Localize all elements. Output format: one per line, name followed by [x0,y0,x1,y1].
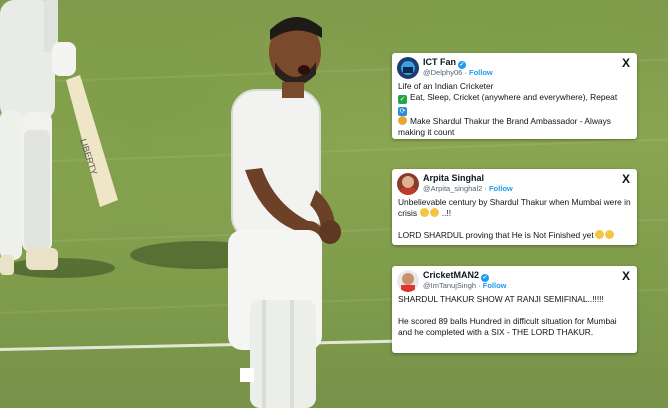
user-avatar[interactable] [397,57,419,79]
handle-row: @Delphy06 · Follow [423,68,493,77]
follow-button[interactable]: Follow [489,184,513,193]
tweet-line: SHARDUL THAKUR SHOW AT RANJI SEMIFINAL..… [398,294,604,304]
tweet-card-arpita-singhal[interactable]: Arpita Singhal @Arpita_singhal2 · Follow… [392,169,637,245]
celebrating-player-figure [228,16,341,408]
follow-button[interactable]: Follow [469,68,493,77]
tweet-text: Unbelievable century by Shardul Thakur w… [392,197,637,241]
tweet-line: Make Shardul Thakur the Brand Ambassador… [398,116,611,137]
tweet-line: LORD SHARDUL proving that He is Not Fini… [398,230,631,241]
user-avatar[interactable] [397,173,419,195]
x-logo-icon[interactable]: X [622,56,630,70]
face-emoji [420,208,430,217]
tweet-text: Life of an Indian Cricketer ✓ Eat, Sleep,… [392,81,637,138]
user-handle[interactable]: @ImTanujSingh [423,281,476,290]
check-mark-emoji: ✓ [398,95,407,104]
display-name[interactable]: Arpita Singhal [423,173,484,184]
tweet-header: CricketMAN2 ✓ @ImTanujSingh · Follow X [392,266,637,294]
face-emoji [430,208,440,217]
user-avatar[interactable] [397,270,419,292]
user-handle[interactable]: @Arpita_singhal2 [423,184,482,193]
medal-emoji [398,116,407,125]
tweet-card-ict-fan[interactable]: ICT Fan ✓ @Delphy06 · Follow X Life of an… [392,53,637,139]
tweet-text: SHARDUL THAKUR SHOW AT RANJI SEMIFINAL..… [392,294,637,338]
tweet-header: ICT Fan ✓ @Delphy06 · Follow X [392,53,637,81]
user-handle[interactable]: @Delphy06 [423,68,462,77]
follow-button[interactable]: Follow [483,281,507,290]
x-logo-icon[interactable]: X [622,172,630,186]
repeat-emoji: ⟳ [398,107,407,116]
tweet-header: Arpita Singhal @Arpita_singhal2 · Follow… [392,169,637,197]
handle-row: @ImTanujSingh · Follow [423,281,507,290]
tweet-line: ⟳ [398,104,631,116]
tweet-line: Unbelievable century by Shardul Thakur w… [398,197,631,218]
handle-row: @Arpita_singhal2 · Follow [423,184,513,193]
x-logo-icon[interactable]: X [622,269,630,283]
tweet-card-cricketman2[interactable]: CricketMAN2 ✓ @ImTanujSingh · Follow X SH… [392,266,637,353]
batsman-figure: LIBERTY [0,0,118,275]
face-emoji [594,230,604,239]
face-emoji [604,230,614,239]
tweet-line: He scored 89 balls Hundred in difficult … [398,316,617,337]
tweet-line: ✓ Eat, Sleep, Cricket (anywhere and every… [398,92,618,104]
tweet-line: Life of an Indian Cricketer [398,81,494,91]
